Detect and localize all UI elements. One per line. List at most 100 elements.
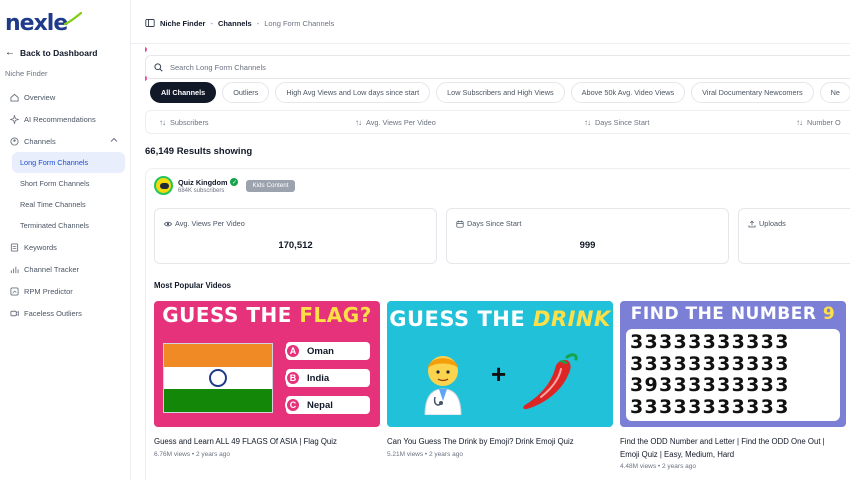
video-card[interactable]: FIND THE NUMBER 9 33333333333 3333333333… (620, 301, 846, 470)
sort-label: Days Since Start (595, 118, 650, 127)
breadcrumb-separator: - (256, 18, 260, 28)
sort-avg-views[interactable]: ↑↓ Avg. Views Per Video (355, 118, 436, 127)
thumb-headline-b: DRINK (533, 307, 611, 331)
thumb-headline-a: GUESS THE (162, 303, 300, 327)
breadcrumb-current: Long Form Channels (264, 18, 335, 28)
video-card[interactable]: GUESS THE DRINK + Can You Guess The Drin… (387, 301, 613, 458)
search-icon (154, 62, 163, 72)
sidebar-toggle-icon[interactable] (145, 18, 155, 28)
video-thumbnail[interactable]: GUESS THE DRINK + (387, 301, 613, 427)
sidebar-item-channels[interactable]: Channels (0, 130, 131, 152)
stat-avg-views: Avg. Views Per Video 170,512 (154, 208, 437, 264)
filter-low-subs-high-views[interactable]: Low Subscribers and High Views (436, 82, 565, 103)
sidebar-item-label: Faceless Outliers (24, 308, 82, 318)
india-flag-image (163, 343, 273, 413)
quiz-option: B India (285, 369, 370, 387)
logo-text: nexle (5, 11, 68, 36)
stat-uploads: Uploads (738, 208, 850, 264)
arrow-left-icon: ← (5, 47, 15, 58)
sort-days-since-start[interactable]: ↑↓ Days Since Start (584, 118, 649, 127)
rpm-icon (8, 286, 20, 296)
plus-sign: + (491, 359, 507, 389)
quiz-option: A Oman (285, 342, 370, 360)
verified-check-icon: ✓ (230, 178, 239, 186)
channel-name[interactable]: Quiz Kingdom (178, 178, 227, 187)
sidebar-item-rpm-predictor[interactable]: RPM Predictor (0, 280, 131, 302)
upload-icon (748, 220, 756, 227)
thumb-headline: GUESS THE DRINK (387, 307, 613, 331)
quiz-option: C Nepal (285, 396, 370, 414)
sort-icon: ↑↓ (159, 118, 166, 127)
channel-card[interactable]: Quiz Kingdom ✓ 684K subscribers Kids Con… (145, 168, 850, 480)
option-letter: B (285, 370, 301, 386)
option-text: Nepal (307, 399, 333, 411)
sort-row: ↑↓ Subscribers ↑↓ Avg. Views Per Video ↑… (145, 110, 850, 134)
video-thumbnail[interactable]: FIND THE NUMBER 9 33333333333 3333333333… (620, 301, 846, 427)
channel-header: Quiz Kingdom ✓ 684K subscribers Kids Con… (154, 176, 295, 195)
sidebar-item-ai-recommendations[interactable]: AI Recommendations (0, 108, 131, 130)
search-bar[interactable] (145, 55, 850, 79)
stat-value: 999 (579, 240, 596, 251)
stat-days-since-start: Days Since Start 999 (446, 208, 729, 264)
doctor-emoji-icon (424, 356, 462, 415)
number-grid: 33333333333 33333333333 39333333333 3333… (626, 329, 840, 421)
video-card[interactable]: GUESS THE FLAG? A Oman B India C Nepal G… (154, 301, 380, 458)
sidebar-item-keywords[interactable]: Keywords (0, 236, 131, 258)
sort-label: Number O (807, 118, 841, 127)
avatar[interactable] (154, 176, 173, 195)
filter-all-channels[interactable]: All Channels (150, 82, 217, 103)
video-title[interactable]: Find the ODD Number and Letter | Find th… (620, 436, 846, 461)
back-to-dashboard-link[interactable]: ← Back to Dashboard (5, 47, 97, 58)
filter-viral-documentary-newcomers[interactable]: Viral Documentary Newcomers (691, 82, 814, 103)
video-title[interactable]: Guess and Learn ALL 49 FLAGS Of ASIA | F… (154, 436, 380, 449)
nexle-logo[interactable]: nexle (5, 11, 83, 36)
sidebar-item-label: Overview (24, 92, 56, 102)
thumb-headline-a: GUESS THE (389, 307, 534, 331)
number-grid-row: 39333333333 (630, 375, 790, 396)
sort-number-of[interactable]: ↑↓ Number O (796, 118, 841, 127)
breadcrumb-niche-finder[interactable]: Niche Finder (160, 19, 205, 28)
sidebar-item-short-form-channels[interactable]: Short Form Channels (12, 173, 125, 194)
main-content: All Channels Outliers High Avg Views and… (145, 44, 850, 480)
section-label: Niche Finder (5, 69, 48, 78)
sidebar-item-channel-tracker[interactable]: Channel Tracker (0, 258, 131, 280)
sort-subscribers[interactable]: ↑↓ Subscribers (159, 118, 209, 127)
sidebar-item-label: Channels (24, 136, 56, 146)
sidebar-item-label: Channel Tracker (24, 264, 80, 274)
filter-outliers[interactable]: Outliers (222, 82, 270, 103)
eye-icon (164, 221, 172, 226)
sidebar-item-label: RPM Predictor (24, 286, 73, 296)
filter-truncated[interactable]: Ne (819, 82, 850, 103)
sidebar-item-long-form-channels[interactable]: Long Form Channels (12, 152, 125, 173)
chevron-up-icon[interactable] (110, 136, 118, 144)
video-title[interactable]: Can You Guess The Drink by Emoji? Drink … (387, 436, 613, 449)
chili-pepper-emoji-icon (523, 353, 578, 410)
sort-icon: ↑↓ (796, 118, 803, 127)
video-meta: 4.48M views • 2 years ago (620, 463, 696, 470)
filter-chips: All Channels Outliers High Avg Views and… (150, 82, 850, 103)
video-thumbnail[interactable]: GUESS THE FLAG? A Oman B India C Nepal (154, 301, 380, 427)
home-icon (8, 93, 20, 102)
pin-dot (145, 76, 147, 81)
filter-high-avg-views-low-days[interactable]: High Avg Views and Low days since start (275, 82, 431, 103)
filter-above-50k-avg-views[interactable]: Above 50k Avg. Video Views (570, 82, 686, 103)
breadcrumb: Niche Finder - Channels - Long Form Chan… (145, 18, 334, 28)
sidebar-item-overview[interactable]: Overview (0, 86, 131, 108)
thumb-headline: FIND THE NUMBER 9 (620, 304, 846, 324)
video-meta: 6.76M views • 2 years ago (154, 450, 230, 458)
video-meta: 5.21M views • 2 years ago (387, 450, 463, 458)
stat-value: 170,512 (278, 240, 313, 251)
ashoka-chakra-icon (209, 368, 227, 387)
sidebar-item-real-time-channels[interactable]: Real Time Channels (12, 194, 125, 215)
thumb-headline-b: FLAG? (299, 303, 372, 327)
sort-icon: ↑↓ (355, 118, 362, 127)
sort-icon: ↑↓ (584, 118, 591, 127)
search-input[interactable] (170, 62, 570, 72)
breadcrumb-channels[interactable]: Channels (218, 19, 252, 28)
logo-swoosh-icon (64, 12, 83, 26)
sidebar-item-terminated-channels[interactable]: Terminated Channels (12, 215, 125, 236)
sidebar-item-faceless-outliers[interactable]: Faceless Outliers (0, 302, 131, 324)
number-grid-row: 33333333333 (630, 396, 790, 418)
breadcrumb-separator: - (210, 18, 213, 28)
channels-icon (8, 136, 20, 146)
